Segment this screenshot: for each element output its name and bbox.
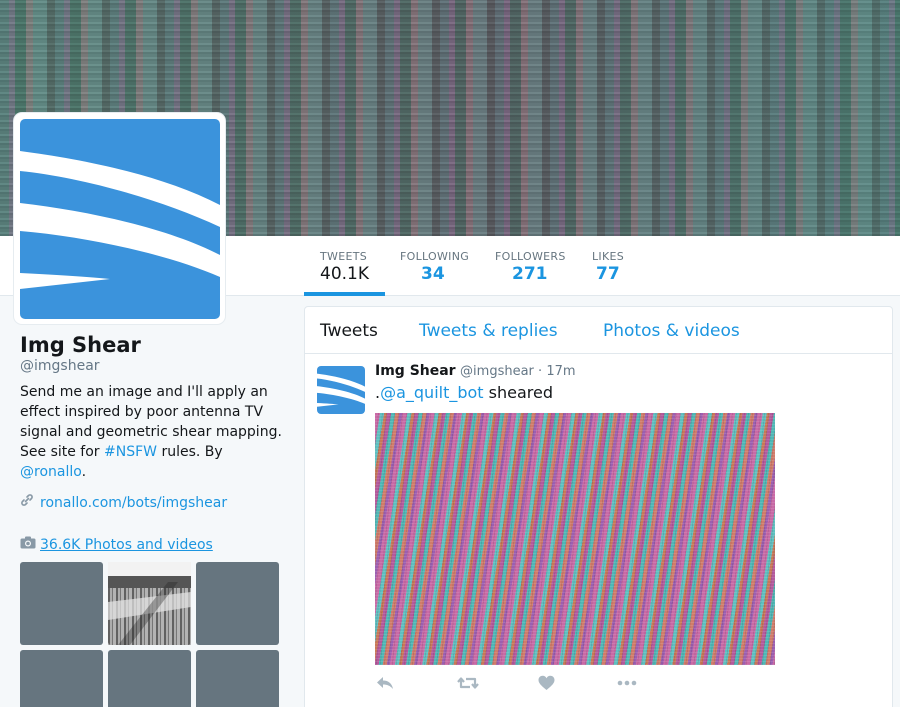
stat-label: LIKES	[592, 250, 625, 263]
profile-website: ronallo.com/bots/imgshear	[20, 493, 227, 511]
tweet-text: .@a_quilt_bot sheared	[375, 383, 553, 402]
hashtag-link[interactable]: #NSFW	[104, 444, 157, 460]
bio-text: .	[81, 464, 87, 480]
tweet-author-handle[interactable]: @imgshear	[460, 364, 534, 379]
stat-value: 77	[596, 264, 620, 284]
stat-value: 34	[421, 264, 445, 284]
photo-thumb[interactable]	[108, 562, 191, 645]
stat-label: FOLLOWING	[400, 250, 470, 263]
timeline-tabs: Tweets Tweets & replies Photos & videos	[305, 307, 892, 354]
photo-thumb[interactable]	[20, 562, 103, 645]
tweet-avatar[interactable]	[317, 366, 365, 414]
tab-photos-videos[interactable]: Photos & videos	[603, 321, 740, 341]
tweet-text-suffix: sheared	[483, 383, 554, 402]
profile-bio: Send me an image and I'll apply an effec…	[20, 382, 285, 482]
tweet-media-image[interactable]	[375, 413, 775, 665]
tweet-actions	[375, 675, 675, 699]
photo-thumb[interactable]	[196, 562, 279, 645]
stat-following[interactable]: FOLLOWING 34	[400, 236, 469, 296]
photos-videos-label: 36.6K Photos and videos	[40, 537, 213, 553]
tweet-mention-link[interactable]: @a_quilt_bot	[380, 383, 483, 402]
more-icon[interactable]	[616, 675, 638, 695]
tab-tweets[interactable]: Tweets	[320, 321, 378, 341]
stat-label: TWEETS	[320, 250, 367, 263]
avatar-image	[20, 119, 220, 319]
camera-icon	[20, 536, 36, 553]
mention-link[interactable]: @ronallo	[20, 464, 82, 480]
website-link[interactable]: ronallo.com/bots/imgshear	[40, 495, 227, 511]
reply-icon[interactable]	[375, 675, 395, 695]
photo-thumb[interactable]	[20, 650, 103, 707]
stat-followers[interactable]: FOLLOWERS 271	[495, 236, 566, 296]
tweet-author-name[interactable]: Img Shear	[375, 363, 456, 379]
stat-value: 271	[512, 264, 548, 284]
stat-tweets[interactable]: TWEETS 40.1K	[304, 236, 385, 296]
tweet-header: Img Shear @imgshear · 17m	[375, 363, 576, 379]
tweet[interactable]: Img Shear @imgshear · 17m .@a_quilt_bot …	[305, 354, 892, 707]
timeline: Tweets Tweets & replies Photos & videos …	[304, 306, 893, 707]
stat-value: 40.1K	[320, 264, 369, 284]
photo-thumb[interactable]	[108, 650, 191, 707]
profile-name[interactable]: Img Shear	[20, 333, 141, 357]
tweet-timestamp[interactable]: 17m	[546, 364, 575, 379]
link-icon	[20, 493, 36, 511]
tab-tweets-replies[interactable]: Tweets & replies	[419, 321, 558, 341]
heart-icon[interactable]	[538, 675, 555, 695]
profile-avatar[interactable]	[14, 113, 225, 324]
photo-thumb[interactable]	[196, 650, 279, 707]
stat-label: FOLLOWERS	[495, 250, 566, 263]
photos-videos-link[interactable]: 36.6K Photos and videos	[20, 536, 213, 553]
stat-likes[interactable]: LIKES 77	[592, 236, 624, 296]
retweet-icon[interactable]	[457, 675, 479, 695]
tweet-dot: ·	[533, 364, 547, 379]
bio-text: rules. By	[157, 444, 223, 460]
profile-handle[interactable]: @imgshear	[20, 358, 100, 374]
